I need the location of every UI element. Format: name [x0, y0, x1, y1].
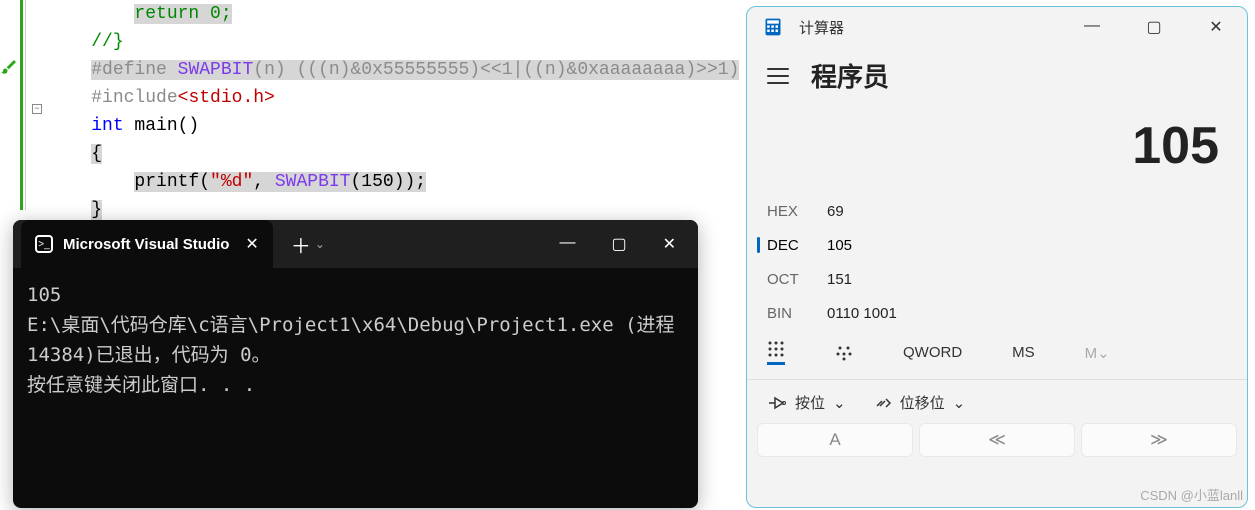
bit-keypad-icon: [835, 344, 853, 362]
calculator-titlebar[interactable]: 计算器 — ▢ ✕: [747, 7, 1247, 47]
maximize-button[interactable]: ▢: [1145, 17, 1163, 37]
base-label: BIN: [767, 305, 827, 322]
base-row-dec[interactable]: DEC105: [767, 228, 1227, 262]
bit-toggle-mode-button[interactable]: [835, 344, 853, 362]
maximize-button[interactable]: ▢: [611, 234, 626, 254]
word-size-button[interactable]: QWORD: [903, 344, 962, 361]
code-line[interactable]: return 0;: [20, 0, 735, 28]
bitshift-label: 位移位: [900, 392, 945, 413]
code-editor[interactable]: − return 0; //} #define SWAPBIT(n) (((n)…: [0, 0, 735, 210]
calculator-toolbar: QWORD MS M⌄: [747, 330, 1247, 371]
full-keypad-icon: [767, 340, 785, 358]
calc-key[interactable]: A: [757, 423, 913, 457]
calculator-display: 105: [747, 102, 1247, 194]
code-line[interactable]: printf("%d", SWAPBIT(150));: [20, 168, 735, 196]
watermark: CSDN @小蓝lanll: [1140, 485, 1243, 504]
calculator-keys: A≪≫: [747, 423, 1247, 457]
terminal-window: >_ Microsoft Visual Studio ✕ ＋ ⌄ — ▢ ✕ 1…: [13, 220, 698, 508]
code-line[interactable]: {: [20, 140, 735, 168]
base-row-hex[interactable]: HEX69: [767, 194, 1227, 228]
bitwise-label: 按位: [795, 392, 825, 413]
code-line[interactable]: //}: [20, 28, 735, 56]
minimize-button[interactable]: —: [1083, 17, 1101, 37]
terminal-tab[interactable]: >_ Microsoft Visual Studio ✕: [21, 220, 273, 268]
calculator-title: 计算器: [799, 17, 844, 38]
chevron-down-icon: ⌄: [953, 394, 966, 412]
chevron-down-icon: ⌄: [833, 394, 846, 412]
keypad-mode-button[interactable]: [767, 340, 785, 365]
bitshift-dropdown[interactable]: 位移位 ⌄: [874, 392, 966, 413]
terminal-output[interactable]: 105 E:\桌面\代码仓库\c语言\Project1\x64\Debug\Pr…: [13, 268, 698, 412]
memory-dropdown[interactable]: M⌄: [1085, 344, 1110, 362]
bitwise-dropdown[interactable]: 按位 ⌄: [767, 392, 846, 413]
terminal-tab-title: Microsoft Visual Studio: [63, 236, 229, 253]
chevron-down-icon[interactable]: ⌄: [315, 237, 325, 251]
menu-icon[interactable]: [767, 68, 789, 84]
minimize-button[interactable]: —: [559, 234, 575, 254]
base-value: 151: [827, 271, 852, 288]
base-list: HEX69DEC105OCT151BIN0110 1001: [747, 194, 1247, 330]
bitshift-icon: [874, 396, 892, 410]
new-tab-button[interactable]: ＋: [291, 230, 311, 259]
base-value: 69: [827, 203, 844, 220]
memory-store-button[interactable]: MS: [1012, 344, 1035, 361]
calculator-app-icon: [763, 17, 783, 37]
base-value: 105: [827, 237, 852, 254]
calculator-mode: 程序员: [811, 57, 889, 94]
base-label: HEX: [767, 203, 827, 220]
close-button[interactable]: ✕: [663, 234, 676, 254]
base-row-oct[interactable]: OCT151: [767, 262, 1227, 296]
close-button[interactable]: ✕: [1207, 17, 1225, 37]
code-line[interactable]: #include<stdio.h>: [20, 84, 735, 112]
terminal-app-icon: >_: [35, 235, 53, 253]
calc-key[interactable]: ≫: [1081, 423, 1237, 457]
calc-key[interactable]: ≪: [919, 423, 1075, 457]
code-line[interactable]: #define SWAPBIT(n) (((n)&0x55555555)<<1|…: [20, 56, 735, 84]
paintbrush-icon: [0, 58, 18, 76]
base-label: DEC: [767, 237, 827, 254]
bitwise-icon: [767, 396, 787, 410]
terminal-titlebar[interactable]: >_ Microsoft Visual Studio ✕ ＋ ⌄ — ▢ ✕: [13, 220, 698, 268]
close-icon[interactable]: ✕: [245, 234, 258, 254]
base-row-bin[interactable]: BIN0110 1001: [767, 296, 1227, 330]
base-value: 0110 1001: [827, 305, 897, 322]
code-line[interactable]: int main(): [20, 112, 735, 140]
calculator-window: 计算器 — ▢ ✕ 程序员 105 HEX69DEC105OCT151BIN01…: [746, 6, 1248, 508]
base-label: OCT: [767, 271, 827, 288]
